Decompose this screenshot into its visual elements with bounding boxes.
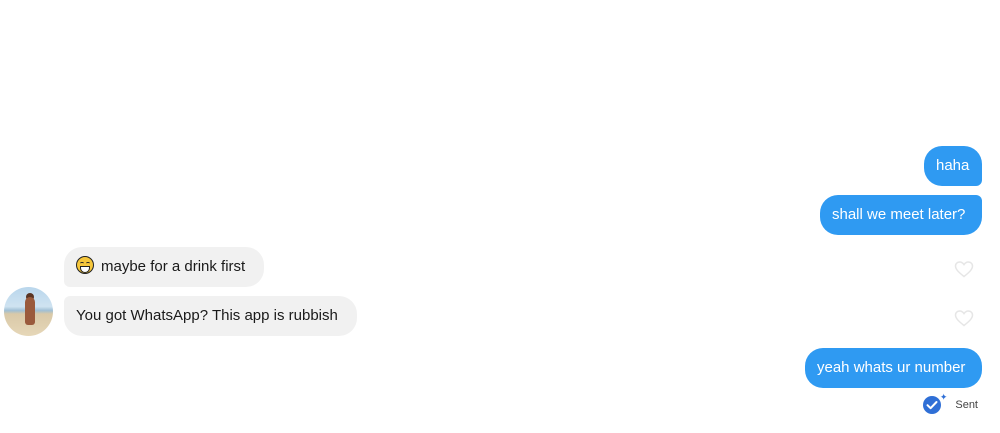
contact-avatar[interactable] bbox=[4, 287, 53, 336]
message-text: maybe for a drink first bbox=[101, 258, 246, 275]
message-text: yeah whats ur number bbox=[817, 359, 966, 376]
incoming-message[interactable]: You got WhatsApp? This app is rubbish bbox=[64, 296, 357, 336]
outgoing-message[interactable]: haha bbox=[924, 146, 982, 186]
outgoing-message[interactable]: shall we meet later? bbox=[820, 195, 982, 235]
delivery-receipt: ✦ Sent bbox=[923, 393, 978, 414]
message-text: You got WhatsApp? This app is rubbish bbox=[76, 307, 338, 324]
chat-thread: haha shall we meet later? maybe for a dr… bbox=[0, 0, 1000, 433]
like-heart-icon[interactable] bbox=[953, 259, 975, 279]
message-text: shall we meet later? bbox=[832, 206, 966, 223]
message-text: haha bbox=[936, 157, 970, 174]
sent-check-icon: ✦ bbox=[923, 393, 947, 414]
outgoing-message[interactable]: yeah whats ur number bbox=[805, 348, 982, 388]
tears-of-joy-emoji-icon bbox=[76, 256, 94, 274]
like-heart-icon[interactable] bbox=[953, 308, 975, 328]
receipt-status: Sent bbox=[955, 399, 978, 411]
sparkle-icon: ✦ bbox=[939, 392, 948, 402]
incoming-message[interactable]: maybe for a drink first bbox=[64, 247, 264, 287]
